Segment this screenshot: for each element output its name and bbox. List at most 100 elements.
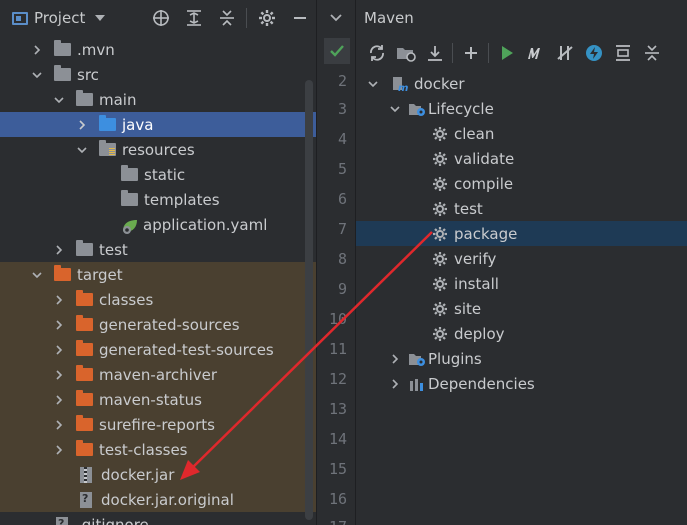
skip-tests-icon [556, 46, 573, 60]
tree-item-target[interactable]: target [0, 262, 316, 287]
maven-phase-label: package [454, 224, 518, 243]
add-project-button[interactable] [456, 38, 485, 68]
line-number: 11 [328, 340, 347, 358]
chevron-right-icon[interactable] [52, 293, 66, 307]
tree-item-templates[interactable]: templates [0, 187, 316, 212]
hide-panel-button[interactable] [283, 0, 316, 36]
tree-item-generated-test-sources[interactable]: generated-test-sources [0, 337, 316, 362]
tree-item-resources[interactable]: resources [0, 137, 316, 162]
chevron-right-icon[interactable] [52, 368, 66, 382]
chevron-down-icon[interactable] [52, 93, 66, 107]
skip-tests-button[interactable] [550, 38, 579, 68]
maven-phase-verify[interactable]: verify [356, 246, 687, 271]
maven-phase-install[interactable]: install [356, 271, 687, 296]
tree-item-application-yaml[interactable]: application.yaml [0, 212, 316, 237]
tree-item-test-classes[interactable]: test-classes [0, 437, 316, 462]
offline-mode-button[interactable] [579, 38, 608, 68]
run-button[interactable] [492, 38, 521, 68]
plus-icon [464, 47, 477, 59]
tree-item-label: templates [144, 190, 220, 209]
editor-gutter: 2 3 4 5 6 7 8 9 10 11 12 13 14 15 16 17 [317, 0, 355, 525]
chevron-right-icon[interactable] [52, 343, 66, 357]
tree-item-label: test [99, 240, 128, 259]
maven-project-docker[interactable]: m docker [356, 71, 687, 96]
check-icon [330, 45, 344, 57]
maven-dependencies[interactable]: Dependencies [356, 371, 687, 396]
chevron-down-icon[interactable] [75, 143, 89, 157]
chevron-down-icon[interactable] [30, 68, 44, 82]
chevron-right-icon[interactable] [52, 318, 66, 332]
download-sources-button[interactable] [420, 38, 449, 68]
maven-phase-site[interactable]: site [356, 296, 687, 321]
line-number: 16 [328, 490, 347, 508]
tree-item-label: maven-status [99, 390, 202, 409]
play-icon [501, 46, 513, 60]
reload-button[interactable] [362, 38, 391, 68]
show-dependencies-button[interactable] [608, 38, 637, 68]
project-title-label: Project [34, 9, 86, 27]
tree-item-surefire-reports[interactable]: surefire-reports [0, 412, 316, 437]
chevron-down-icon[interactable] [388, 104, 402, 114]
chevron-down-icon[interactable] [30, 268, 44, 282]
chevron-right-icon[interactable] [388, 378, 402, 390]
tree-item-static[interactable]: static [0, 162, 316, 187]
expand-all-button[interactable] [177, 0, 210, 36]
editor-tabs-dropdown[interactable] [317, 0, 355, 36]
collapse-all-button[interactable] [210, 0, 243, 36]
chevron-right-icon[interactable] [52, 443, 66, 457]
dependencies-icon [408, 377, 424, 391]
execute-goal-button[interactable] [521, 38, 550, 68]
tree-item-gitignore[interactable]: .gitignore [0, 512, 316, 525]
collapse-all-button[interactable] [637, 38, 666, 68]
chevron-right-icon[interactable] [52, 243, 66, 257]
tree-item-main[interactable]: main [0, 87, 316, 112]
maven-phase-compile[interactable]: compile [356, 171, 687, 196]
folder-icon [121, 190, 138, 206]
maven-phase-test[interactable]: test [356, 196, 687, 221]
tree-item-generated-sources[interactable]: generated-sources [0, 312, 316, 337]
maven-title: Maven [364, 9, 414, 27]
chevron-right-icon[interactable] [52, 393, 66, 407]
tree-item-maven-status[interactable]: maven-status [0, 387, 316, 412]
maven-phase-clean[interactable]: clean [356, 121, 687, 146]
maven-lifecycle[interactable]: Lifecycle [356, 96, 687, 121]
gear-icon [432, 176, 448, 192]
tree-item-src[interactable]: src [0, 62, 316, 87]
tree-item-maven-archiver[interactable]: maven-archiver [0, 362, 316, 387]
gear-icon [432, 326, 448, 342]
tree-item-label: test-classes [99, 440, 188, 459]
maven-phase-deploy[interactable]: deploy [356, 321, 687, 346]
source-folder-icon [99, 115, 116, 131]
tree-item-test[interactable]: test [0, 237, 316, 262]
chevron-right-icon[interactable] [75, 118, 89, 132]
svg-text:m: m [398, 83, 408, 92]
tree-item-docker-jar[interactable]: docker.jar [0, 462, 316, 487]
tree-item-mvn[interactable]: .mvn [0, 37, 316, 62]
line-number: 10 [328, 310, 347, 328]
inspection-status[interactable] [324, 38, 350, 64]
gear-icon [432, 276, 448, 292]
tree-item-label: .mvn [77, 40, 115, 59]
tree-item-label: generated-test-sources [99, 340, 274, 359]
maven-dependencies-label: Dependencies [428, 374, 535, 393]
reload-icon [369, 45, 384, 61]
chevron-right-icon[interactable] [388, 353, 402, 365]
chevron-down-icon[interactable] [366, 79, 380, 89]
options-button[interactable] [250, 0, 283, 36]
folder-icon [54, 40, 71, 56]
tree-item-classes[interactable]: classes [0, 287, 316, 312]
maven-plugins[interactable]: Plugins [356, 346, 687, 371]
chevron-right-icon[interactable] [52, 418, 66, 432]
locate-file-button[interactable] [144, 0, 177, 36]
project-view-selector[interactable]: Project [12, 8, 106, 28]
maven-phase-validate[interactable]: validate [356, 146, 687, 171]
maven-phase-package[interactable]: package [356, 221, 687, 246]
vertical-scrollbar[interactable] [305, 80, 313, 520]
tree-item-java[interactable]: java [0, 112, 316, 137]
maven-phase-label: site [454, 299, 482, 318]
tree-item-docker-jar-original[interactable]: docker.jar.original [0, 487, 316, 512]
chevron-right-icon[interactable] [30, 43, 44, 57]
generate-sources-button[interactable] [391, 38, 420, 68]
line-number: 5 [337, 160, 347, 178]
maven-phase-label: clean [454, 124, 495, 143]
